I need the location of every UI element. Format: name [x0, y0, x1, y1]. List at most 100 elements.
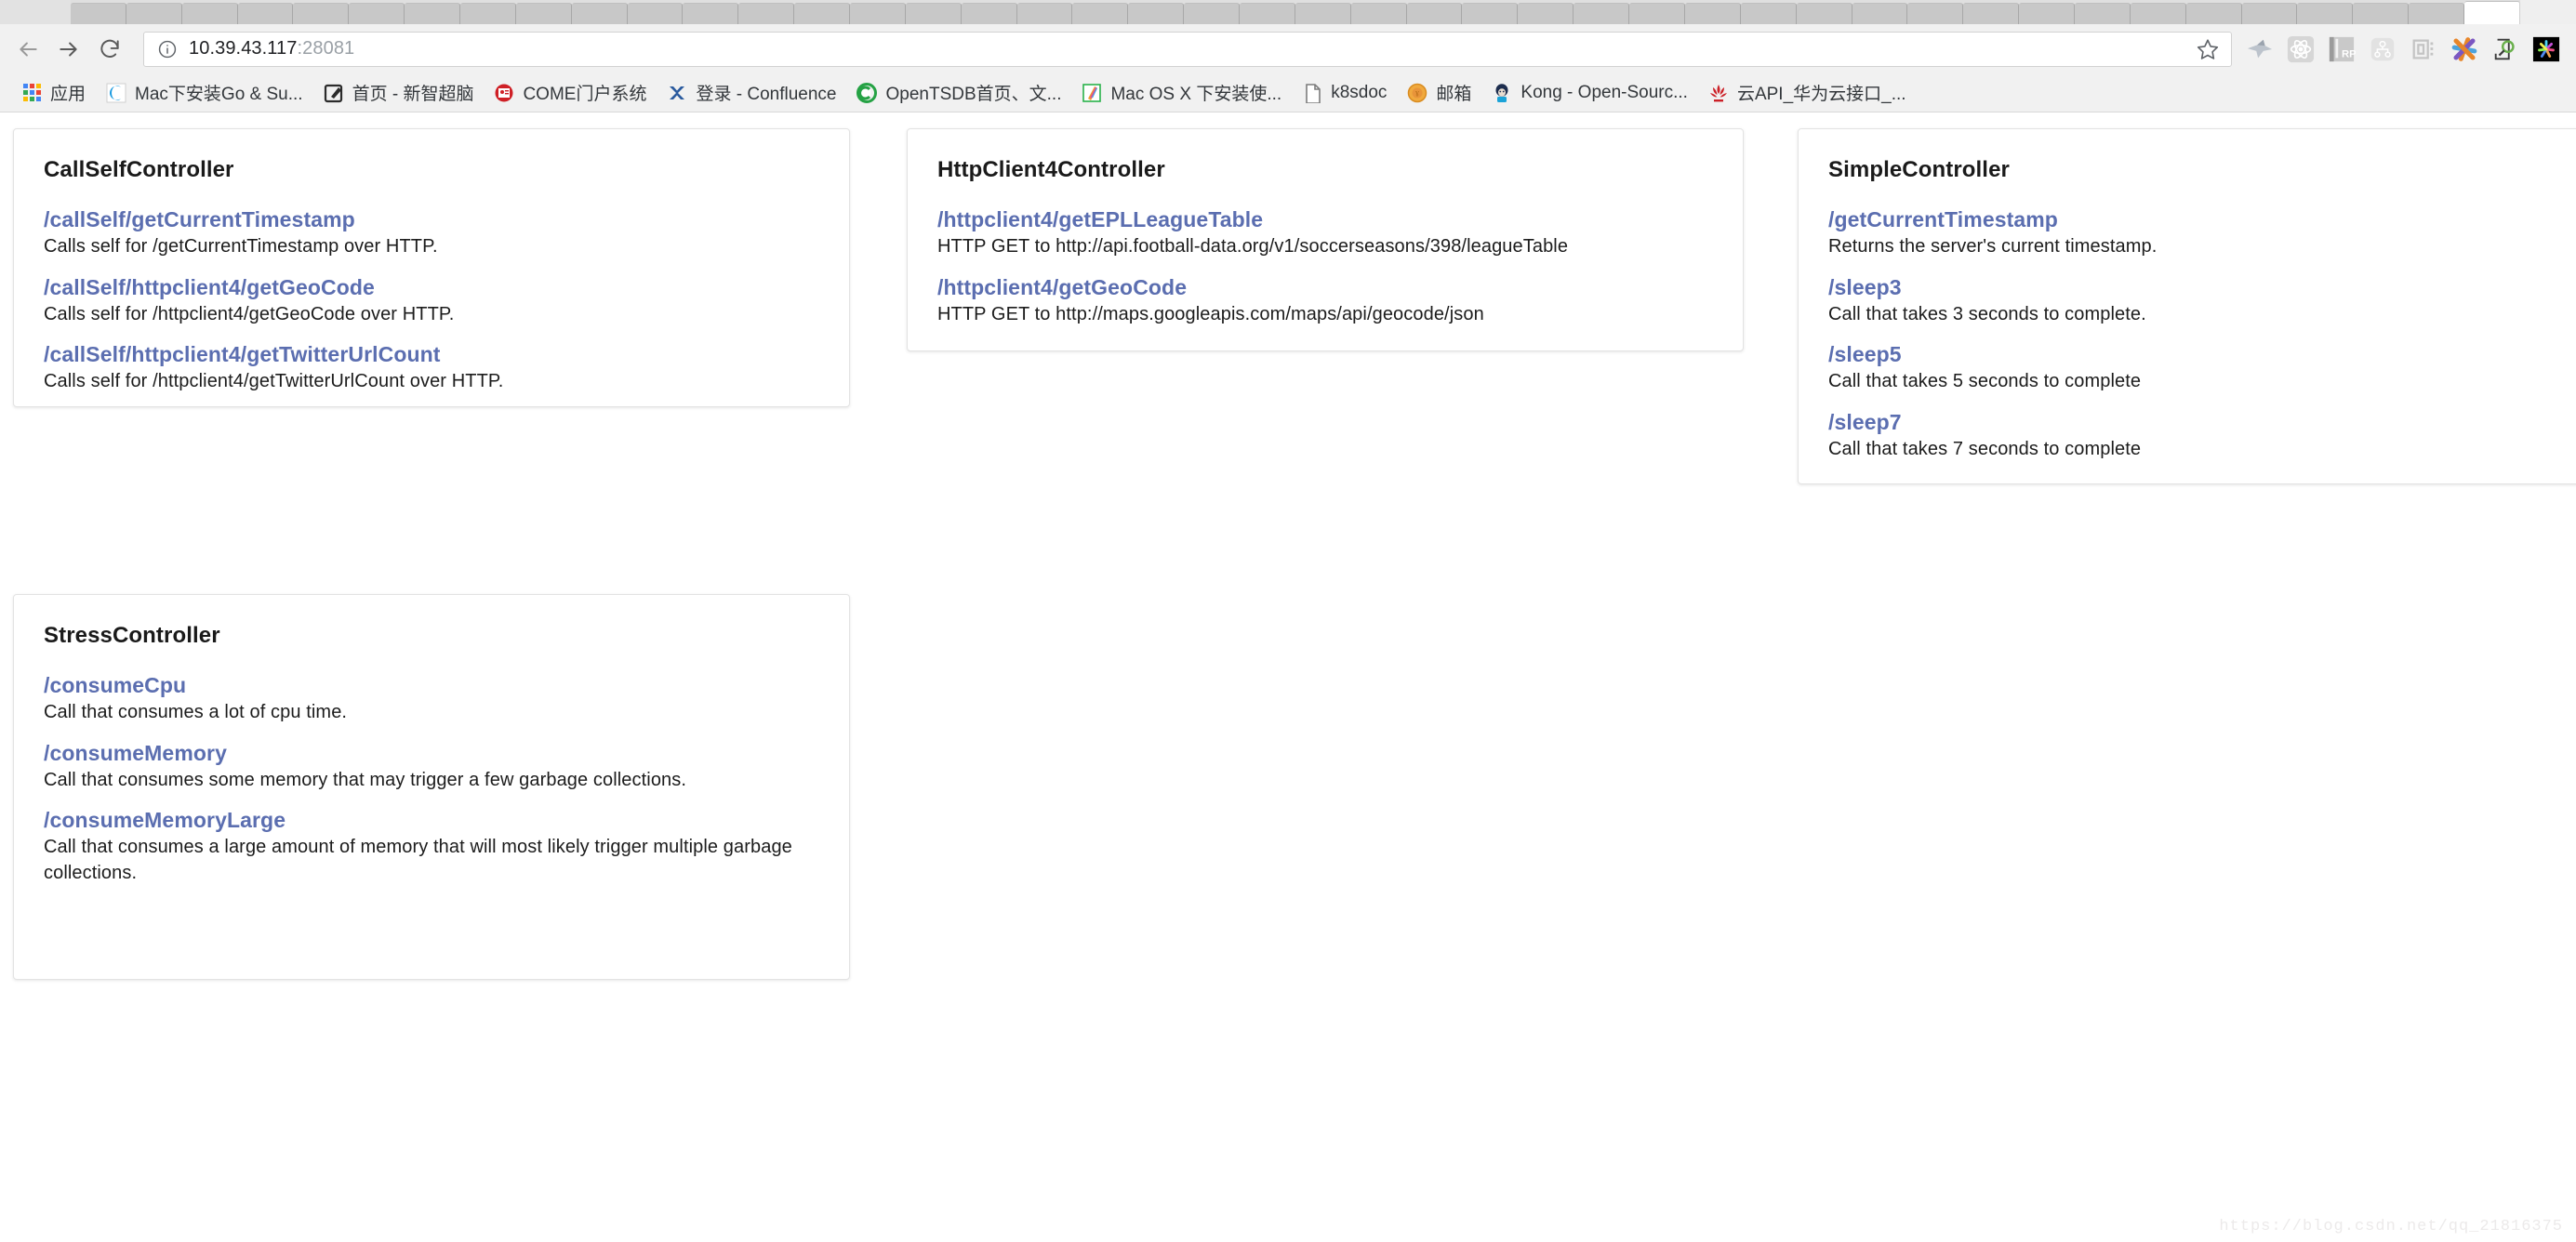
- endpoint-link[interactable]: /consumeMemory: [44, 741, 819, 766]
- browser-tab[interactable]: [1350, 3, 1407, 24]
- browser-tab[interactable]: [2297, 3, 2354, 24]
- controller-card-httpclient4: HttpClient4Controller /httpclient4/getEP…: [907, 128, 1744, 351]
- bookmark-k8sdoc[interactable]: k8sdoc: [1292, 79, 1397, 107]
- endpoint-link[interactable]: /getCurrentTimestamp: [1828, 207, 2576, 232]
- page-search-extension-icon[interactable]: [2485, 29, 2526, 70]
- bookmark-label: 邮箱: [1436, 85, 1472, 104]
- browser-tab[interactable]: [2074, 3, 2131, 24]
- bookmark-confluence-login[interactable]: 登录 - Confluence: [657, 79, 846, 107]
- bookmark-apps[interactable]: 应用: [11, 79, 96, 107]
- browser-tab[interactable]: [1016, 3, 1073, 24]
- browser-tab[interactable]: [405, 3, 461, 24]
- browser-tab[interactable]: [905, 3, 962, 24]
- browser-tab[interactable]: [2409, 3, 2464, 24]
- browser-tab[interactable]: [71, 3, 126, 24]
- info-icon[interactable]: [157, 39, 178, 59]
- endpoint-link[interactable]: /httpclient4/getEPLLeagueTable: [937, 207, 1713, 232]
- address-bar[interactable]: 10.39.43.117:28081: [143, 31, 2232, 67]
- browser-tab[interactable]: [1740, 3, 1797, 24]
- browser-tab[interactable]: [1184, 3, 1241, 24]
- browser-tab[interactable]: [1852, 3, 1908, 24]
- browser-tab[interactable]: [1573, 3, 1630, 24]
- endpoint-link[interactable]: /callSelf/httpclient4/getTwitterUrlCount: [44, 342, 819, 367]
- browser-tab[interactable]: [2185, 3, 2242, 24]
- endpoint-description: HTTP GET to http://maps.googleapis.com/m…: [937, 303, 1484, 324]
- browser-tab[interactable]: [1128, 3, 1185, 24]
- bookmark-come-portal[interactable]: COME门户系统: [484, 79, 657, 107]
- browser-tab[interactable]: [2353, 3, 2410, 24]
- asterisk-extension-icon[interactable]: [2444, 29, 2485, 70]
- url-text[interactable]: 10.39.43.117:28081: [189, 38, 2188, 59]
- card-title: StressController: [44, 623, 220, 648]
- browser-tab[interactable]: [515, 3, 572, 24]
- endpoint-link[interactable]: /sleep5: [1828, 342, 2576, 367]
- controller-card-callself: CallSelfController /callSelf/getCurrentT…: [13, 128, 850, 407]
- browser-tab[interactable]: [293, 3, 350, 24]
- browser-tab[interactable]: [1518, 3, 1574, 24]
- browser-tab[interactable]: [1629, 3, 1685, 24]
- bookmark-xinzhi-home[interactable]: 首页 - 新智超脑: [313, 79, 485, 107]
- star-icon[interactable]: [2196, 37, 2220, 61]
- endpoint-link[interactable]: /callSelf/getCurrentTimestamp: [44, 207, 819, 232]
- bookmark-huawei-cloud-api[interactable]: 云API_华为云接口_...: [1698, 79, 1917, 107]
- url-port: :28081: [297, 38, 355, 59]
- qr-code-extension-icon[interactable]: [2403, 29, 2444, 70]
- red-badge-icon: [494, 83, 514, 103]
- hummingbird-extension-icon[interactable]: [2239, 29, 2280, 70]
- browser-tab[interactable]: [2019, 3, 2075, 24]
- rp-extension-icon[interactable]: RP: [2321, 29, 2362, 70]
- endpoint-description: Calls self for /getCurrentTimestamp over…: [44, 236, 438, 257]
- bookmark-opentsdb[interactable]: OpenTSDB首页、文...: [846, 79, 1071, 107]
- endpoint-link[interactable]: /consumeMemoryLarge: [44, 808, 819, 833]
- browser-tab[interactable]: [181, 3, 238, 24]
- bookmark-label: Mac OS X 下安装使...: [1110, 85, 1282, 104]
- browser-tab[interactable]: [683, 3, 739, 24]
- endpoint-link[interactable]: /consumeCpu: [44, 673, 819, 698]
- browser-tab[interactable]: [2130, 3, 2186, 24]
- bookmark-mac-install-go[interactable]: Mac下安装Go & Su...: [96, 79, 313, 107]
- browser-tab[interactable]: [627, 3, 684, 24]
- sparkle-extension-icon[interactable]: [2526, 29, 2567, 70]
- sitemap-extension-icon[interactable]: [2362, 29, 2403, 70]
- back-button[interactable]: [7, 29, 48, 70]
- browser-tab[interactable]: [571, 3, 628, 24]
- endpoint-link[interactable]: /callSelf/httpclient4/getGeoCode: [44, 275, 819, 300]
- browser-tab[interactable]: [349, 3, 405, 24]
- rainbow-pencil-icon: [1082, 83, 1102, 103]
- browser-tab[interactable]: [2463, 1, 2520, 24]
- browser-tab[interactable]: [794, 3, 851, 24]
- endpoint-link[interactable]: /httpclient4/getGeoCode: [937, 275, 1713, 300]
- browser-tab[interactable]: [1907, 3, 1964, 24]
- tab-strip: [0, 0, 2576, 24]
- browser-tab[interactable]: [1684, 3, 1741, 24]
- browser-tab[interactable]: [1796, 3, 1852, 24]
- extension-toolbar: RP: [2239, 29, 2567, 70]
- reload-button[interactable]: [89, 29, 130, 70]
- browser-tab[interactable]: [2241, 3, 2298, 24]
- endpoint-link[interactable]: /sleep3: [1828, 275, 2576, 300]
- browser-tab[interactable]: [1462, 3, 1519, 24]
- bookmark-label: 云API_华为云接口_...: [1736, 85, 1906, 104]
- browser-tab[interactable]: [738, 3, 795, 24]
- react-devtools-extension-icon[interactable]: [2280, 29, 2321, 70]
- apps-grid-icon: [21, 83, 42, 103]
- browser-tab[interactable]: [850, 3, 906, 24]
- browser-tab[interactable]: [1072, 3, 1129, 24]
- bookmark-mailbox[interactable]: ¥ 邮箱: [1397, 79, 1481, 107]
- browser-tab[interactable]: [1240, 3, 1295, 24]
- endpoint-description: HTTP GET to http://api.football-data.org…: [937, 236, 1569, 257]
- browser-tab[interactable]: [1295, 3, 1351, 24]
- card-title: CallSelfController: [44, 157, 234, 182]
- browser-tab[interactable]: [460, 3, 516, 24]
- browser-tab[interactable]: [237, 3, 294, 24]
- tab-strip-lead: [0, 0, 71, 24]
- endpoint-link[interactable]: /sleep7: [1828, 410, 2576, 435]
- bookmark-kong[interactable]: Kong - Open-Sourc...: [1481, 79, 1698, 107]
- browser-tab[interactable]: [126, 3, 182, 24]
- bookmark-mac-osx-install[interactable]: Mac OS X 下安装使...: [1071, 79, 1292, 107]
- kong-gorilla-icon: [1492, 83, 1512, 103]
- browser-tab[interactable]: [961, 3, 1017, 24]
- browser-tab[interactable]: [1963, 3, 2020, 24]
- browser-tab[interactable]: [1406, 3, 1463, 24]
- forward-button[interactable]: [48, 29, 89, 70]
